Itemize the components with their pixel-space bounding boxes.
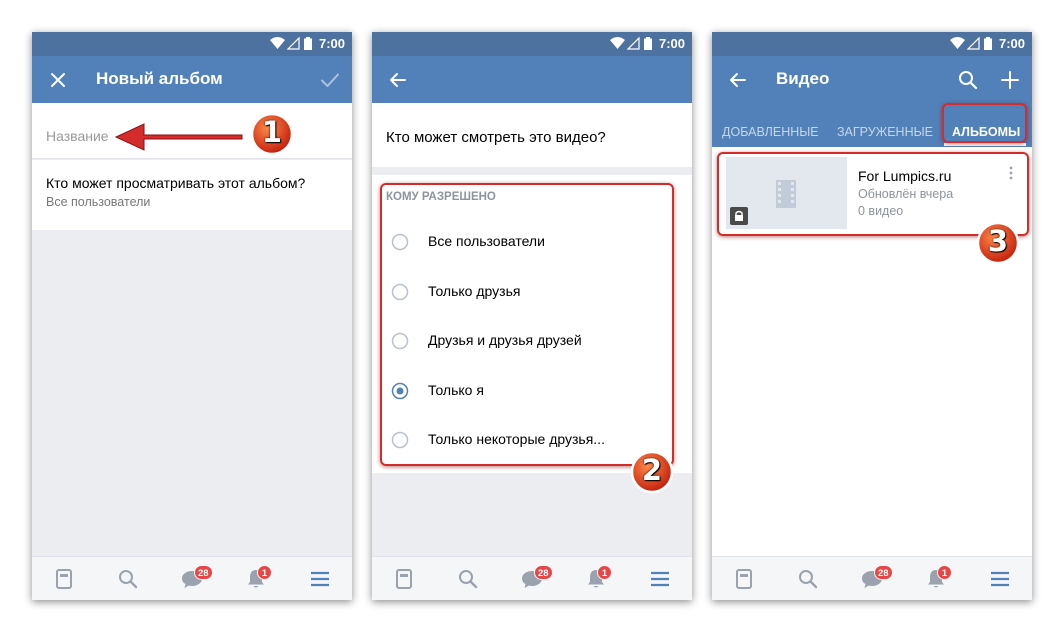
step-number-badge: 2	[630, 450, 674, 494]
status-time: 7:00	[318, 36, 345, 51]
notifications-nav-item[interactable]: 1	[584, 565, 612, 591]
tab-uploaded[interactable]: ЗАГРУЖЕННЫЕ	[837, 125, 933, 139]
search-icon[interactable]	[116, 567, 140, 591]
battery-icon	[304, 37, 312, 50]
messages-badge: 28	[534, 565, 553, 580]
wifi-icon	[610, 37, 625, 49]
album-name-input[interactable]: Название	[46, 128, 109, 144]
news-icon[interactable]	[732, 567, 756, 591]
privacy-setting-value: Все пользователи	[46, 195, 151, 209]
notifications-badge: 1	[937, 565, 952, 580]
search-icon[interactable]	[796, 567, 820, 591]
menu-icon[interactable]	[988, 567, 1012, 591]
search-icon[interactable]	[456, 567, 480, 591]
status-bar: 7:00	[32, 32, 352, 56]
back-arrow-icon[interactable]	[726, 68, 750, 92]
bottom-navigation: 28 1	[372, 556, 692, 600]
messages-nav-item[interactable]: 28	[180, 565, 213, 591]
notifications-badge: 1	[257, 565, 272, 580]
menu-icon[interactable]	[648, 567, 672, 591]
close-icon[interactable]	[46, 68, 70, 92]
step-number: 3	[987, 224, 1009, 258]
messages-badge: 28	[194, 565, 213, 580]
status-time: 7:00	[658, 36, 685, 51]
wifi-icon	[270, 37, 285, 49]
check-icon[interactable]	[318, 68, 342, 92]
privacy-setting-title: Кто может просматривать этот альбом?	[46, 175, 306, 191]
notifications-nav-item[interactable]: 1	[924, 565, 952, 591]
bottom-navigation: 28 1	[32, 556, 352, 600]
signal-icon	[287, 37, 300, 50]
red-arrow-icon	[114, 123, 243, 151]
notifications-badge: 1	[597, 565, 612, 580]
menu-icon[interactable]	[308, 567, 332, 591]
messages-nav-item[interactable]: 28	[520, 565, 553, 591]
page-title: Новый альбом	[96, 69, 223, 88]
step-number-badge: 1	[250, 112, 294, 156]
active-tab-indicator	[944, 143, 1026, 146]
messages-badge: 28	[874, 565, 893, 580]
battery-icon	[984, 37, 992, 50]
status-bar: 7:00	[712, 32, 1032, 56]
phone-screen-video-albums: 7:00 Видео ДОБАВЛЕННЫЕ ЗАГРУЖЕННЫЕ АЛЬБО…	[712, 32, 1032, 600]
back-arrow-icon[interactable]	[386, 68, 410, 92]
privacy-question: Кто может смотреть это видео?	[386, 129, 606, 146]
step-number: 2	[641, 453, 663, 487]
notifications-nav-item[interactable]: 1	[244, 565, 272, 591]
privacy-setting-row[interactable]: Кто может просматривать этот альбом? Все…	[32, 160, 352, 230]
step-number: 1	[261, 115, 283, 149]
messages-nav-item[interactable]: 28	[860, 565, 893, 591]
search-icon[interactable]	[956, 68, 980, 92]
app-bar: Новый альбом	[32, 56, 352, 103]
plus-icon[interactable]	[998, 68, 1022, 92]
status-time: 7:00	[998, 36, 1025, 51]
highlight-frame	[380, 183, 674, 466]
step-number-badge: 3	[976, 221, 1020, 265]
phone-screen-new-album: 7:00 Новый альбом Название Кто может про…	[32, 32, 352, 600]
news-icon[interactable]	[52, 567, 76, 591]
question-header: Кто может смотреть это видео?	[372, 103, 692, 167]
bottom-navigation: 28 1	[712, 556, 1032, 600]
wifi-icon	[950, 37, 965, 49]
tab-added[interactable]: ДОБАВЛЕННЫЕ	[722, 125, 819, 139]
highlight-frame	[942, 103, 1027, 143]
news-icon[interactable]	[392, 567, 416, 591]
signal-icon	[627, 37, 640, 50]
app-bar	[372, 56, 692, 103]
signal-icon	[967, 37, 980, 50]
content-area	[712, 241, 1032, 556]
page-title: Видео	[776, 69, 830, 88]
battery-icon	[644, 37, 652, 50]
phone-screen-video-privacy: 7:00 Кто может смотреть это видео? КОМУ …	[372, 32, 692, 600]
status-bar: 7:00	[372, 32, 692, 56]
